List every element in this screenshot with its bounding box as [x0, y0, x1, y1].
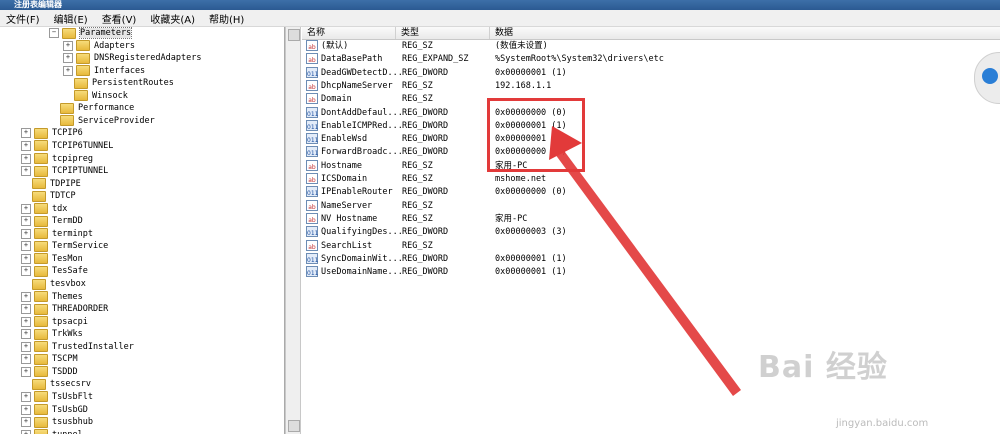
baidu-jingyan-watermark: Bai 经验 — [758, 350, 888, 385]
watermark-url: jingyan.baidu.com — [836, 418, 929, 429]
assistant-logo-icon — [982, 68, 998, 84]
